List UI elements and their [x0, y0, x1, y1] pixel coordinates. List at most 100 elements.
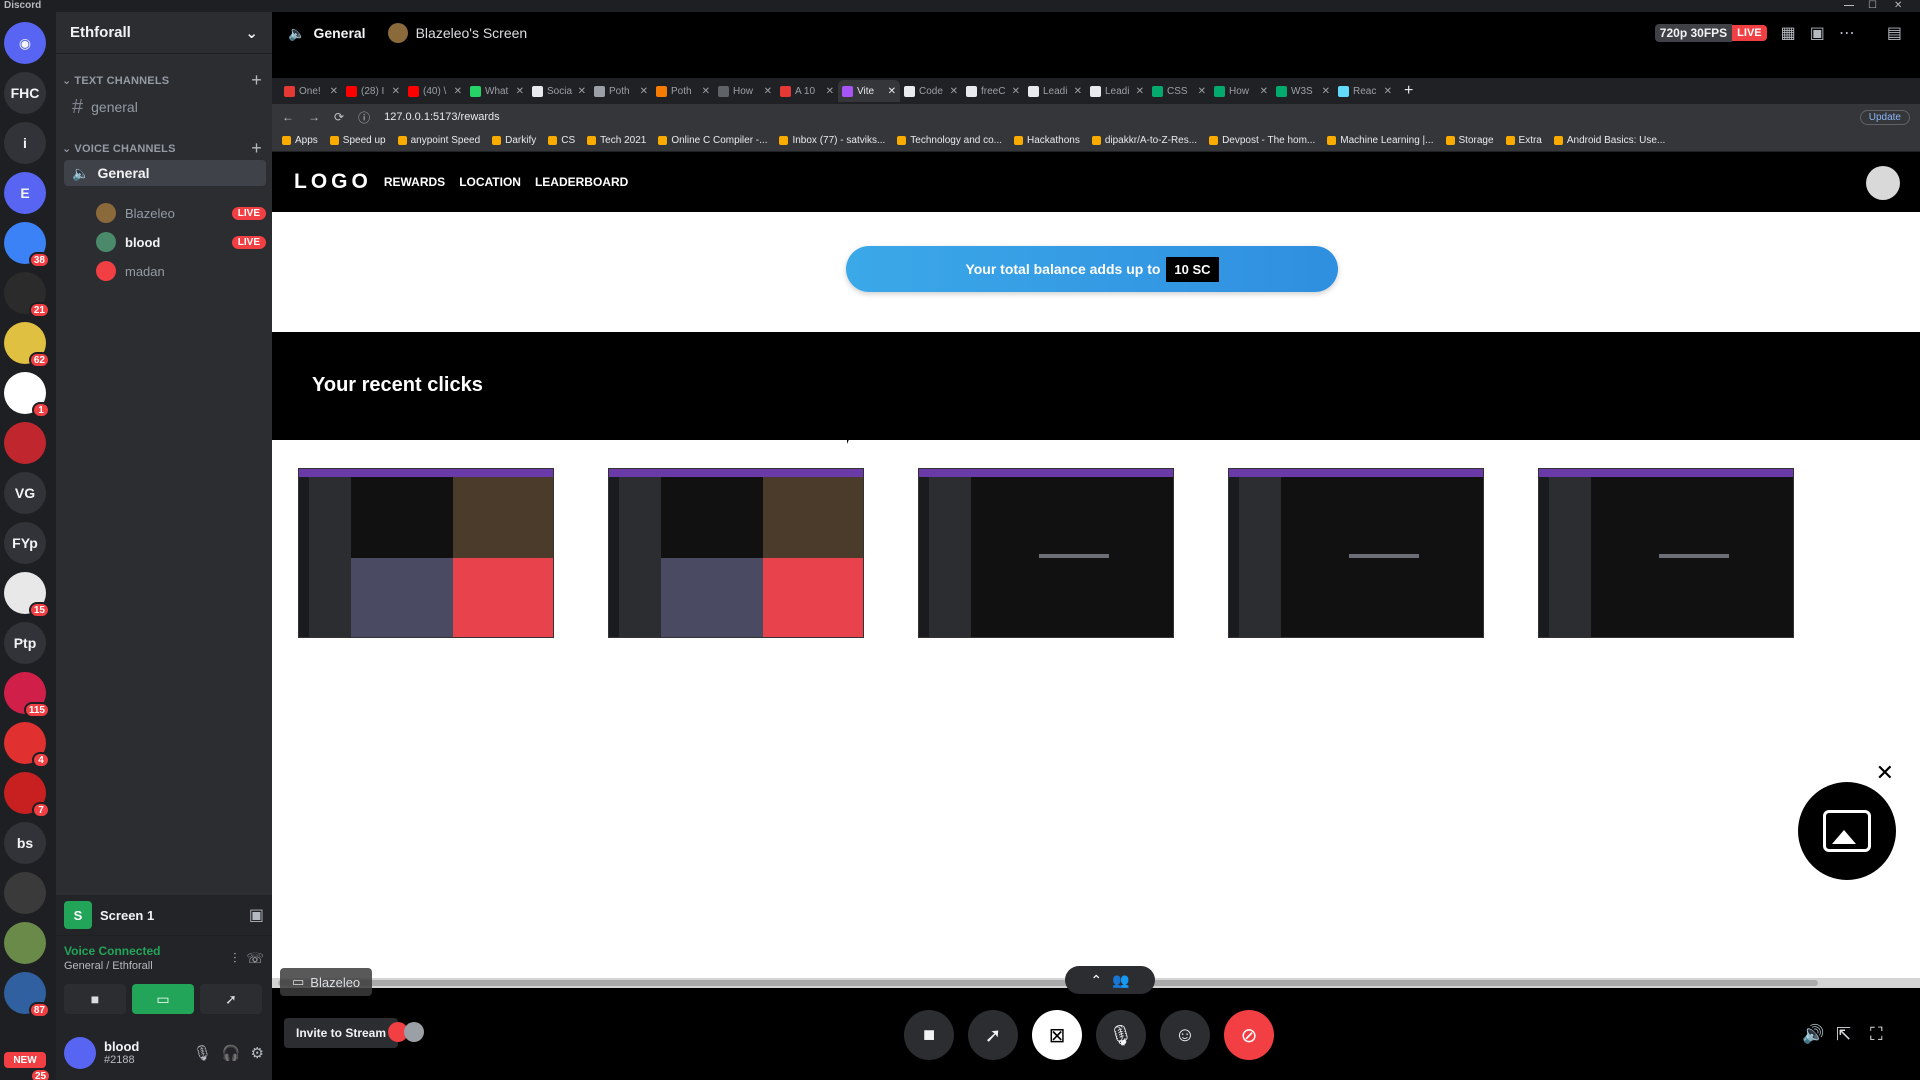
forward-icon[interactable]: →	[308, 110, 320, 124]
close-tab-icon[interactable]: ✕	[1322, 86, 1330, 97]
voice-status[interactable]: Voice Connected	[64, 944, 160, 958]
activity-button[interactable]: ➚	[968, 1010, 1018, 1060]
close-tab-icon[interactable]: ✕	[1260, 86, 1268, 97]
microphone-icon[interactable]: 🎙	[193, 1044, 212, 1062]
stop-sharing-button[interactable]: ⊠	[1032, 1010, 1082, 1060]
stop-screen-icon[interactable]: ▣	[249, 905, 264, 925]
server-icon[interactable]: 7	[4, 772, 50, 818]
browser-tab[interactable]: (40) \ ✕	[404, 80, 466, 102]
noise-suppression-icon[interactable]: ⫶	[233, 950, 237, 967]
browser-tab[interactable]: How ✕	[1210, 80, 1272, 102]
close-tab-icon[interactable]: ✕	[826, 86, 834, 97]
server-icon[interactable]: 21	[4, 272, 50, 318]
browser-tab[interactable]: Poth ✕	[590, 80, 652, 102]
bookmark-item[interactable]: Online C Compiler -...	[658, 135, 767, 146]
bookmark-item[interactable]: CS	[548, 135, 575, 146]
server-icon[interactable]	[4, 872, 46, 914]
close-tab-icon[interactable]: ✕	[702, 86, 710, 97]
fullscreen-icon[interactable]: ⛶	[1870, 1024, 1883, 1045]
guild-header[interactable]: Ethforall ⌄	[56, 12, 272, 54]
bookmark-item[interactable]: Tech 2021	[587, 135, 646, 146]
close-tab-icon[interactable]: ✕	[516, 86, 524, 97]
browser-tab[interactable]: A 10 ✕	[776, 80, 838, 102]
browser-tab[interactable]: Socia ✕	[528, 80, 590, 102]
volume-icon[interactable]: 🔊	[1802, 1024, 1824, 1045]
recent-click-thumbnail[interactable]	[298, 468, 554, 638]
headphones-icon[interactable]: 🎧	[222, 1044, 241, 1062]
chat-icon[interactable]: ▤	[1887, 23, 1902, 43]
expand-participants-button[interactable]: ⌃ 👥	[1065, 966, 1155, 994]
voice-channels-category[interactable]: ⌄ VOICE CHANNELS +	[62, 138, 262, 159]
close-icon[interactable]: ✕	[1876, 760, 1894, 786]
close-tab-icon[interactable]: ✕	[1384, 86, 1392, 97]
close-tab-icon[interactable]: ✕	[330, 86, 338, 97]
soundboard-button[interactable]: ☺	[1160, 1010, 1210, 1060]
close-tab-icon[interactable]: ✕	[764, 86, 772, 97]
profile-avatar-icon[interactable]	[1866, 166, 1900, 200]
bookmark-item[interactable]: Machine Learning |...	[1327, 135, 1434, 146]
add-channel-icon[interactable]: +	[251, 138, 262, 159]
nav-leaderboard[interactable]: LEADERBOARD	[535, 175, 628, 189]
camera-button[interactable]: ■	[904, 1010, 954, 1060]
voice-user-blood[interactable]: blood LIVE	[96, 229, 266, 255]
more-icon[interactable]: ⋯	[1839, 23, 1855, 43]
browser-tab[interactable]: Reac ✕	[1334, 80, 1396, 102]
bookmark-item[interactable]: Storage	[1445, 135, 1494, 146]
bookmark-item[interactable]: dipakkr/A-to-Z-Res...	[1091, 135, 1197, 146]
server-icon[interactable]: 1	[4, 372, 50, 418]
bookmark-item[interactable]: Apps	[282, 135, 318, 146]
leave-call-button[interactable]: ⊘	[1224, 1010, 1274, 1060]
server-icon[interactable]: FHC	[4, 72, 46, 114]
close-tab-icon[interactable]: ✕	[1074, 86, 1082, 97]
server-icon[interactable]: i	[4, 122, 46, 164]
scrollbar-thumb[interactable]	[278, 980, 1818, 986]
server-icon[interactable]: bs	[4, 822, 46, 864]
browser-tab[interactable]: Leadi ✕	[1086, 80, 1148, 102]
bookmark-item[interactable]: Android Basics: Use...	[1553, 135, 1665, 146]
bookmark-item[interactable]: Darkify	[492, 135, 536, 146]
recent-click-thumbnail[interactable]	[918, 468, 1174, 638]
server-icon[interactable]: VG	[4, 472, 46, 514]
close-tab-icon[interactable]: ✕	[578, 86, 586, 97]
browser-tab[interactable]: How ✕	[714, 80, 776, 102]
voice-channel-general[interactable]: 🔈 General	[64, 160, 266, 186]
close-tab-icon[interactable]: ✕	[888, 86, 896, 97]
server-icon[interactable]: 115	[4, 672, 50, 718]
browser-tab[interactable]: Poth ✕	[652, 80, 714, 102]
disconnect-icon[interactable]: ☏	[246, 950, 264, 967]
new-tab-icon[interactable]: +	[1404, 82, 1413, 100]
browser-tab[interactable]: One! ✕	[280, 80, 342, 102]
browser-tab[interactable]: What ✕	[466, 80, 528, 102]
server-icon[interactable]: FYp	[4, 522, 46, 564]
bookmark-item[interactable]: anypoint Speed	[397, 135, 480, 146]
close-tab-icon[interactable]: ✕	[1198, 86, 1206, 97]
screen-share-button[interactable]: ▭	[132, 984, 194, 1014]
channel-general[interactable]: # general	[64, 94, 266, 120]
recent-click-thumbnail[interactable]	[608, 468, 864, 638]
image-upload-button[interactable]	[1798, 782, 1896, 880]
browser-tab[interactable]: Leadi ✕	[1024, 80, 1086, 102]
bookmark-item[interactable]: Inbox (77) - satviks...	[779, 135, 885, 146]
browser-tab[interactable]: freeC ✕	[962, 80, 1024, 102]
reload-icon[interactable]: ⟳	[334, 110, 344, 124]
mute-button[interactable]: 🎙	[1096, 1010, 1146, 1060]
browser-tab[interactable]: CSS ✕	[1148, 80, 1210, 102]
url-field[interactable]: 127.0.0.1:5173/rewards	[384, 111, 500, 123]
server-icon[interactable]: Ptp	[4, 622, 46, 664]
close-tab-icon[interactable]: ✕	[950, 86, 958, 97]
popout-icon[interactable]: ⇱	[1836, 1024, 1851, 1045]
focus-view-icon[interactable]: ▣	[1810, 23, 1825, 43]
server-icon[interactable]: 38	[4, 222, 50, 268]
recent-click-thumbnail[interactable]	[1538, 468, 1794, 638]
browser-tab[interactable]: W3S ✕	[1272, 80, 1334, 102]
site-logo[interactable]: LOGO	[294, 170, 372, 194]
close-tab-icon[interactable]: ✕	[1136, 86, 1144, 97]
voice-user-Blazeleo[interactable]: Blazeleo LIVE	[96, 200, 266, 226]
server-icon[interactable]: ◉	[4, 22, 46, 64]
browser-tab[interactable]: Vite ✕	[838, 80, 900, 102]
grid-view-icon[interactable]: ▦	[1781, 23, 1796, 43]
server-icon[interactable]: 15	[4, 572, 50, 618]
close-window-icon[interactable]: ✕	[1894, 0, 1902, 12]
back-icon[interactable]: ←	[282, 110, 294, 124]
update-button[interactable]: Update	[1859, 109, 1910, 125]
